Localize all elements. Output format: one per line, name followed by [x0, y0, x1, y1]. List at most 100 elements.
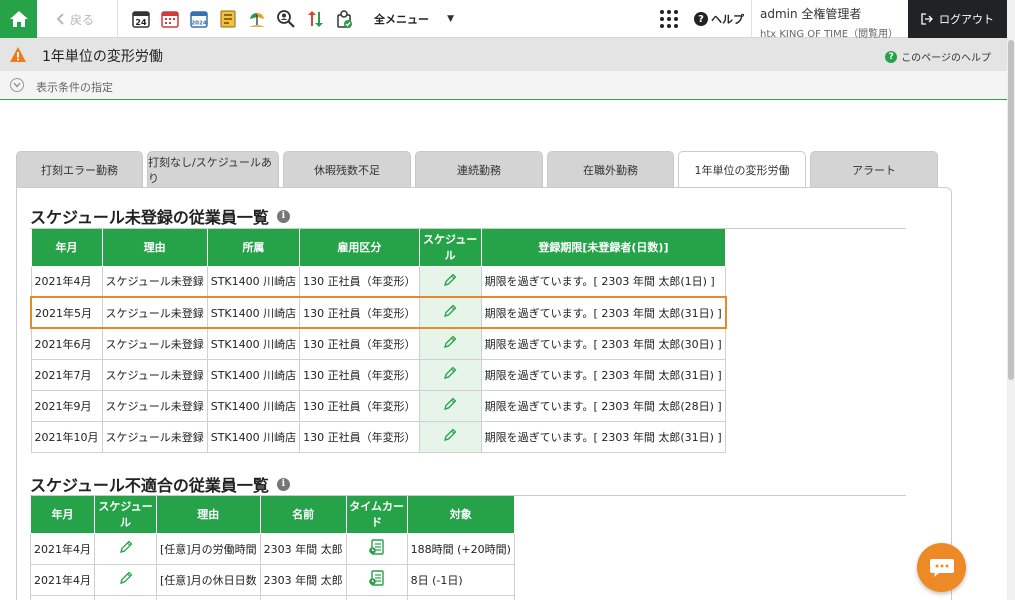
- tab-label: 打刻エラー勤務: [41, 163, 118, 177]
- deadline-cell: 期限を過ぎています。[ 2303 年間 太郎(31日) ]: [480, 420, 727, 453]
- back-label: 戻る: [70, 12, 95, 27]
- reason-cell: スケジュール未登録: [101, 358, 208, 391]
- column-header: 登録期限[未登録者(日数)]: [480, 229, 727, 267]
- question-icon: ?: [694, 12, 708, 26]
- deadline-cell: 期限を過ぎています。[ 2303 年間 太郎(28日) ]: [480, 389, 727, 422]
- edit-schedule-button[interactable]: [94, 594, 157, 600]
- top-navigation-bar: 戻る 24 2024 全メニュー ▼ ? ヘルプ admin 全権管理者 htx…: [0, 0, 1015, 40]
- dept-cell: STK1400 川崎店: [206, 358, 301, 391]
- section-title-text: スケジュール不適合の従業員一覧: [30, 476, 269, 495]
- pencil-icon: [442, 366, 458, 384]
- deadline-cell: 期限を過ぎています。[ 2303 年間 太郎(30日) ]: [480, 327, 727, 360]
- schedule-calendar-icon[interactable]: [159, 8, 181, 30]
- approval-icon[interactable]: [333, 8, 355, 30]
- pencil-icon: [118, 540, 134, 558]
- tab-label: 打刻なし/スケジュールあり: [148, 155, 272, 185]
- name-cell: 2303 年間 太郎: [259, 532, 347, 565]
- page-help-label: このページのヘルプ: [901, 53, 991, 64]
- dept-cell: STK1400 川崎店: [206, 296, 301, 329]
- reason-cell: スケジュール未登録: [101, 327, 208, 360]
- tab-label: 在職外勤務: [583, 163, 638, 177]
- table-row: 2021年10月 スケジュール未登録 STK1400 川崎店 130 正社員（年変形）…: [30, 420, 727, 453]
- timecard-button[interactable]: [345, 532, 408, 565]
- year-calendar-icon[interactable]: 2024: [188, 8, 210, 30]
- user-name: admin 全権管理者: [760, 7, 862, 21]
- tab-label: 1年単位の変形労働: [694, 164, 790, 177]
- logout-label: ログアウト: [939, 13, 994, 26]
- edit-schedule-button[interactable]: [94, 563, 157, 596]
- column-header: 理由: [156, 496, 261, 534]
- help-button[interactable]: ? ヘルプ: [694, 11, 744, 27]
- edit-schedule-button[interactable]: [418, 327, 482, 360]
- mismatch-table: 年月 スケジュール 理由 名前 タイムカード 対象 2021年4月 [任意]月の労…: [30, 496, 515, 600]
- column-header: 名前: [259, 496, 347, 534]
- display-condition-toggle[interactable]: 表示条件の指定: [0, 71, 1007, 100]
- month-cell: 2021年7月: [30, 358, 103, 391]
- chevron-down-icon: [10, 78, 24, 92]
- table-row: [30, 594, 515, 600]
- info-icon[interactable]: i: [276, 209, 290, 223]
- timesheet-icon[interactable]: [217, 8, 239, 30]
- user-info[interactable]: admin 全権管理者 htx KING OF TIME（閲覧用）: [751, 0, 908, 40]
- edit-schedule-button[interactable]: [418, 389, 482, 422]
- home-button[interactable]: [0, 0, 37, 38]
- reason-cell: スケジュール未登録: [101, 296, 208, 329]
- pencil-icon: [442, 397, 458, 415]
- edit-schedule-button[interactable]: [94, 532, 157, 565]
- employment-type-cell: 130 正社員（年変形）: [299, 358, 420, 391]
- column-header: タイムカード: [345, 496, 408, 534]
- vertical-scrollbar[interactable]: [1007, 0, 1015, 600]
- timecard-icon: [368, 539, 386, 559]
- apps-grid-icon[interactable]: [660, 10, 678, 28]
- tab-yearly-variable[interactable]: 1年単位の変形労働: [678, 151, 806, 188]
- all-menu-dropdown[interactable]: 全メニュー ▼: [374, 0, 454, 38]
- timecard-button[interactable]: [345, 563, 408, 596]
- pencil-icon: [442, 335, 458, 353]
- month-cell: 2021年4月: [30, 563, 95, 596]
- caret-down-icon: ▼: [447, 14, 454, 24]
- right-tools: ? ヘルプ: [650, 0, 744, 38]
- tab-label: 休暇残数不足: [314, 163, 380, 177]
- vacation-icon[interactable]: [246, 8, 268, 30]
- tab-punch-error[interactable]: 打刻エラー勤務: [16, 151, 143, 187]
- column-header: 所属: [206, 229, 301, 267]
- data-transfer-icon[interactable]: [304, 8, 326, 30]
- back-button[interactable]: 戻る: [44, 0, 118, 38]
- edit-schedule-button[interactable]: [418, 296, 482, 329]
- pencil-icon: [442, 304, 458, 322]
- column-header: スケジュール: [94, 496, 157, 534]
- scrollbar-thumb[interactable]: [1008, 40, 1014, 380]
- tab-out-of-employment[interactable]: 在職外勤務: [547, 151, 674, 187]
- calendar-year-badge: 2024: [191, 21, 206, 27]
- deadline-cell: 期限を過ぎています。[ 2303 年間 太郎(31日) ]: [480, 296, 727, 329]
- tab-alert[interactable]: アラート: [810, 151, 938, 187]
- page-title: 1年単位の変形労働: [42, 49, 163, 65]
- edit-schedule-button[interactable]: [418, 358, 482, 391]
- condition-label: 表示条件の指定: [36, 81, 113, 94]
- info-icon[interactable]: i: [276, 477, 290, 491]
- column-header: 対象: [406, 496, 515, 534]
- tab-consecutive-work[interactable]: 連続勤務: [415, 151, 543, 187]
- table-row: 2021年4月 [任意]月の労働時間 2303 年間 太郎 188時間 (+20時間): [30, 532, 515, 565]
- column-header: スケジュール: [418, 229, 482, 267]
- edit-schedule-button[interactable]: [418, 265, 482, 298]
- employee-search-icon[interactable]: [275, 8, 297, 30]
- logout-icon: [921, 13, 933, 25]
- pencil-icon: [442, 428, 458, 446]
- section-title-mismatch: スケジュール不適合の従業員一覧 i: [30, 472, 290, 496]
- home-icon: [9, 11, 28, 27]
- deadline-cell: 期限を過ぎています。[ 2303 年間 太郎(31日) ]: [480, 358, 727, 391]
- table-row: 2021年4月 スケジュール未登録 STK1400 川崎店 130 正社員（年変形） 期…: [30, 265, 727, 298]
- chat-button[interactable]: [917, 543, 966, 592]
- logout-button[interactable]: ログアウト: [908, 0, 1007, 38]
- page-help-link[interactable]: ? このページのヘルプ: [885, 49, 991, 64]
- calendar-day-icon[interactable]: 24: [130, 8, 152, 30]
- table-row: 2021年5月 スケジュール未登録 STK1400 川崎店 130 正社員（年変形） 期…: [30, 296, 727, 329]
- tab-no-punch-schedule[interactable]: 打刻なし/スケジュールあり: [147, 151, 279, 187]
- reason-cell: スケジュール未登録: [101, 420, 208, 453]
- dept-cell: STK1400 川崎店: [206, 420, 301, 453]
- all-menu-label: 全メニュー: [374, 13, 429, 26]
- pencil-icon: [118, 571, 134, 589]
- edit-schedule-button[interactable]: [418, 420, 482, 453]
- tab-leave-shortage[interactable]: 休暇残数不足: [283, 151, 411, 187]
